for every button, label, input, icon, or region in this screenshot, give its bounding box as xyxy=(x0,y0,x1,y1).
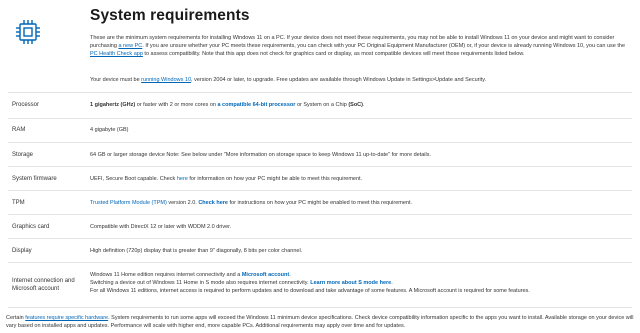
spec-value: Windows 11 Home edition requires interne… xyxy=(90,272,530,294)
tpm-link[interactable]: Trusted Platform Module (TPM) xyxy=(90,200,167,206)
running-windows-10-link[interactable]: running Windows 10 xyxy=(141,77,191,83)
processor-chip-icon xyxy=(14,18,42,46)
spec-row-processor: Processor 1 gigahertz (GHz) or faster wi… xyxy=(8,92,632,119)
spec-label: Display xyxy=(12,248,32,254)
spec-value: 4 gigabyte (GB) xyxy=(90,127,129,133)
s-mode-link[interactable]: Learn more about S mode here xyxy=(310,280,391,286)
new-pc-link[interactable]: a new PC xyxy=(118,43,142,49)
spec-label: Graphics card xyxy=(12,224,50,230)
spec-label: Internet connection and Microsoft accoun… xyxy=(12,278,75,292)
spec-label: Storage xyxy=(12,152,34,158)
spec-row-internet: Internet connection and Microsoft accoun… xyxy=(8,262,632,308)
spec-row-ram: RAM 4 gigabyte (GB) xyxy=(8,118,632,143)
spec-label: System firmware xyxy=(12,176,57,182)
spec-value: 1 gigahertz (GHz) or faster with 2 or mo… xyxy=(90,102,365,108)
compatible-processor-link[interactable]: a compatible 64-bit processor xyxy=(217,102,295,108)
page-title: System requirements xyxy=(90,7,250,24)
spec-row-tpm: TPM Trusted Platform Module (TPM) versio… xyxy=(8,190,632,215)
system-requirements-page: System requirements These are the minimu… xyxy=(0,0,640,333)
spec-value: 64 GB or larger storage device Note: See… xyxy=(90,152,432,158)
upgrade-note-paragraph: Your device must be running Windows 10, … xyxy=(90,77,487,83)
spec-label: TPM xyxy=(12,200,25,206)
spec-label: Processor xyxy=(12,102,40,108)
firmware-here-link[interactable]: here xyxy=(177,176,188,182)
spec-label: RAM xyxy=(12,127,26,133)
features-hardware-link[interactable]: features require specific hardware xyxy=(25,315,108,321)
spec-row-firmware: System firmware UEFI, Secure Boot capabl… xyxy=(8,166,632,191)
spec-value: UEFI, Secure Boot capable. Check here fo… xyxy=(90,176,363,182)
spec-row-display: Display High definition (720p) display t… xyxy=(8,238,632,263)
footnote: Certain features require specific hardwa… xyxy=(6,315,634,329)
spec-row-graphics: Graphics card Compatible with DirectX 12… xyxy=(8,214,632,239)
spec-row-storage: Storage 64 GB or larger storage device N… xyxy=(8,142,632,167)
spec-value: Trusted Platform Module (TPM) version 2.… xyxy=(90,200,413,206)
spec-value: High definition (720p) display that is g… xyxy=(90,248,303,254)
spec-value: Compatible with DirectX 12 or later with… xyxy=(90,224,232,230)
microsoft-account-link[interactable]: Microsoft account xyxy=(242,272,289,278)
pc-health-check-link[interactable]: PC Health Check app xyxy=(90,51,143,57)
intro-paragraph: These are the minimum system requirement… xyxy=(90,35,625,57)
tpm-check-here-link[interactable]: Check here xyxy=(198,200,228,206)
